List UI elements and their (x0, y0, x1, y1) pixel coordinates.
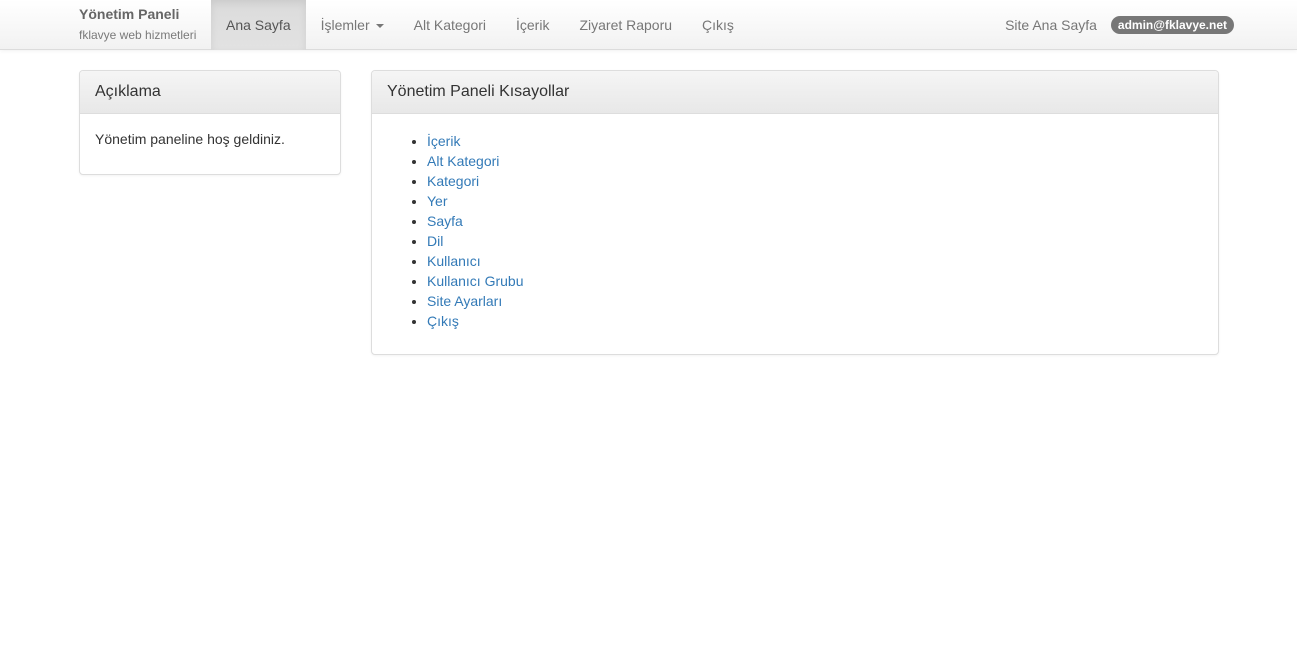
shortcut-link-dil[interactable]: Dil (427, 233, 443, 249)
shortcut-link-kategori[interactable]: Kategori (427, 173, 479, 189)
shortcut-link-icerik[interactable]: İçerik (427, 133, 460, 149)
top-navbar: Yönetim Paneli fklavye web hizmetleri An… (0, 0, 1297, 50)
nav-item-label: Çıkış (702, 17, 734, 33)
list-item: Çıkış (427, 311, 1203, 331)
description-panel: Açıklama Yönetim paneline hoş geldiniz. (79, 70, 341, 175)
nav-item-icerik[interactable]: İçerik (501, 0, 564, 50)
list-item: Site Ayarları (427, 291, 1203, 311)
shortcut-link-yer[interactable]: Yer (427, 193, 448, 209)
list-item: Sayfa (427, 211, 1203, 231)
user-email-badge[interactable]: admin@fklavye.net (1110, 16, 1234, 34)
nav-item-label: İçerik (516, 17, 550, 33)
shortcut-link-cikis[interactable]: Çıkış (427, 313, 459, 329)
nav-item-islemler-dropdown[interactable]: İşlemler (306, 0, 399, 50)
list-item: İçerik (427, 131, 1203, 151)
shortcut-list: İçerik Alt Kategori Kategori Yer Sayfa D… (387, 131, 1203, 331)
nav-item-ziyaret-raporu[interactable]: Ziyaret Raporu (564, 0, 687, 50)
list-item: Alt Kategori (427, 151, 1203, 171)
shortcut-link-site-ayarlari[interactable]: Site Ayarları (427, 293, 502, 309)
shortcuts-panel: Yönetim Paneli Kısayollar İçerik Alt Kat… (371, 70, 1219, 355)
nav-item-label: Ziyaret Raporu (579, 17, 673, 33)
nav-item-ana-sayfa[interactable]: Ana Sayfa (211, 0, 306, 50)
shortcut-link-alt-kategori[interactable]: Alt Kategori (427, 153, 499, 169)
list-item: Kullanıcı Grubu (427, 271, 1203, 291)
nav-item-label: Ana Sayfa (226, 17, 291, 33)
nav-item-label: İşlemler (320, 17, 370, 33)
description-panel-title: Açıklama (80, 71, 340, 114)
shortcut-link-kullanici[interactable]: Kullanıcı (427, 253, 481, 269)
list-item: Yer (427, 191, 1203, 211)
nav-item-cikis[interactable]: Çıkış (687, 0, 749, 50)
main-nav: Ana Sayfa İşlemler Alt Kategori İçerik Z… (211, 0, 749, 50)
brand-subtitle: fklavye web hizmetleri (79, 28, 197, 42)
nav-item-alt-kategori[interactable]: Alt Kategori (399, 0, 501, 50)
caret-down-icon (375, 24, 384, 29)
site-home-link[interactable]: Site Ana Sayfa (1005, 17, 1097, 33)
nav-right: Site Ana Sayfa admin@fklavye.net (1005, 0, 1234, 50)
nav-item-label: Alt Kategori (413, 17, 486, 33)
shortcut-link-kullanici-grubu[interactable]: Kullanıcı Grubu (427, 273, 524, 289)
brand[interactable]: Yönetim Paneli fklavye web hizmetleri (79, 7, 196, 41)
shortcuts-panel-body: İçerik Alt Kategori Kategori Yer Sayfa D… (372, 114, 1218, 346)
brand-title: Yönetim Paneli (79, 6, 180, 22)
shortcut-link-sayfa[interactable]: Sayfa (427, 213, 463, 229)
list-item: Kategori (427, 171, 1203, 191)
description-panel-body: Yönetim paneline hoş geldiniz. (95, 131, 285, 147)
list-item: Kullanıcı (427, 251, 1203, 271)
shortcuts-panel-title: Yönetim Paneli Kısayollar (372, 71, 1218, 114)
list-item: Dil (427, 231, 1203, 251)
